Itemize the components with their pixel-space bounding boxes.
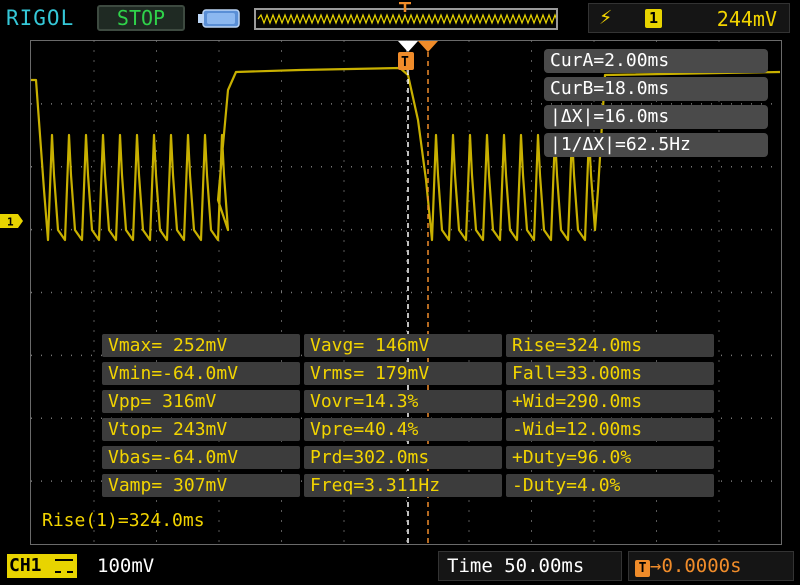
meas-prd: Prd=302.0ms: [304, 446, 502, 469]
channel-1-tag[interactable]: CH1: [7, 554, 77, 578]
dc-coupling-icon: [55, 559, 74, 573]
meas-vpre: Vpre=40.4%: [304, 418, 502, 441]
trigger-arrow-icon: T: [635, 560, 650, 577]
meas-vavg: Vavg= 146mV: [304, 334, 502, 357]
meas-vpp: Vpp= 316mV: [102, 390, 300, 413]
meas-vrms: Vrms= 179mV: [304, 362, 502, 385]
cursor-a-readout: CurA=2.00ms: [544, 49, 768, 73]
cursor-a-marker: [398, 41, 418, 52]
trigger-offset-value: 0.0000s: [661, 555, 742, 577]
channel-1-scale: 100mV: [97, 555, 155, 577]
trigger-offset-box[interactable]: T →0.0000s: [628, 551, 794, 581]
meas-pos-duty: +Duty=96.0%: [506, 446, 714, 469]
meas-rise: Rise=324.0ms: [506, 334, 714, 357]
meas-vtop: Vtop= 243mV: [102, 418, 300, 441]
cursor-b-marker: [418, 41, 438, 52]
cursor-b-readout: CurB=18.0ms: [544, 77, 768, 101]
measurement-table: Vmax= 252mV Vmin=-64.0mV Vpp= 316mV Vtop…: [102, 334, 714, 498]
inverse-delta-x-readout: |1/ΔX|=62.5Hz: [544, 133, 768, 157]
channel-label: CH1: [9, 555, 42, 576]
meas-fall: Fall=33.00ms: [506, 362, 714, 385]
delta-x-readout: |ΔX|=16.0ms: [544, 105, 768, 129]
meas-vmax: Vmax= 252mV: [102, 334, 300, 357]
svg-text:T: T: [401, 55, 409, 70]
bottom-status-bar: CH1 100mV Time 50.00ms T →0.0000s: [0, 548, 800, 585]
meas-vmin: Vmin=-64.0mV: [102, 362, 300, 385]
meas-vamp: Vamp= 307mV: [102, 474, 300, 497]
meas-neg-width: -Wid=12.00ms: [506, 418, 714, 441]
measurement-statistic: Rise(1)=324.0ms: [42, 510, 205, 531]
meas-vbas: Vbas=-64.0mV: [102, 446, 300, 469]
meas-freq: Freq=3.311Hz: [304, 474, 502, 497]
meas-pos-width: +Wid=290.0ms: [506, 390, 714, 413]
meas-vovr: Vovr=14.3%: [304, 390, 502, 413]
timebase-readout[interactable]: Time 50.00ms: [438, 551, 622, 581]
arrow-right-icon: →: [650, 555, 662, 577]
meas-neg-duty: -Duty=4.0%: [506, 474, 714, 497]
